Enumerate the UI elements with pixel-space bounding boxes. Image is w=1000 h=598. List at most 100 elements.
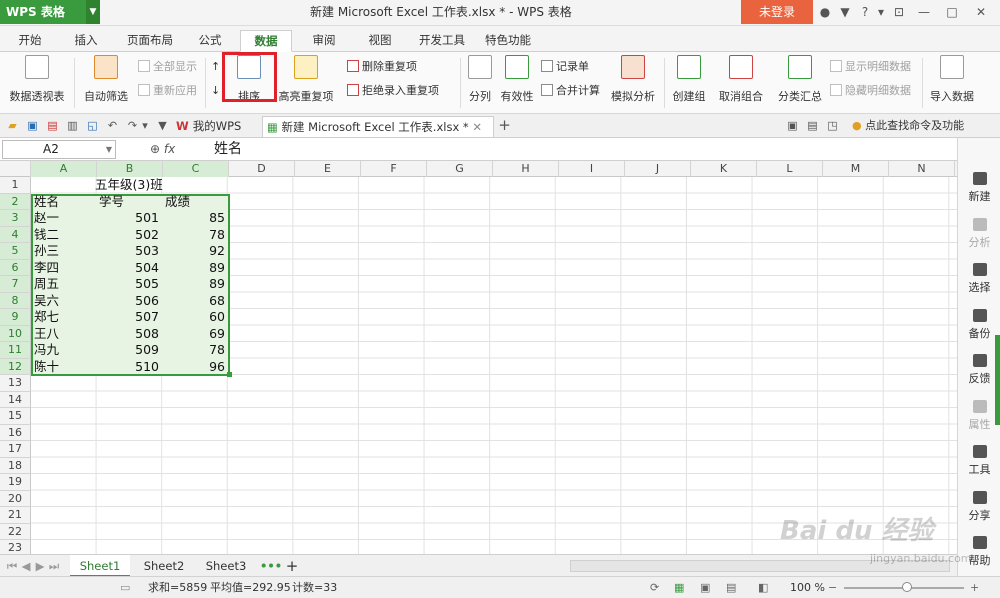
print-icon[interactable]: ▥ (66, 119, 79, 132)
cell-score[interactable]: 89 (163, 260, 227, 277)
cell-score[interactable]: 96 (163, 359, 227, 376)
new-tab-plus-icon[interactable]: + (498, 118, 511, 133)
tab-insert[interactable]: 插入 (64, 30, 108, 52)
tab-developer[interactable]: 开发工具 (412, 30, 472, 52)
ungroup-button[interactable]: 取消组合 (712, 55, 770, 107)
row-header[interactable]: 5 (0, 243, 31, 260)
fill-handle[interactable] (227, 372, 232, 377)
column-header-k[interactable]: K (691, 161, 757, 177)
column-header-i[interactable]: I (559, 161, 625, 177)
command-search-hint[interactable]: ● 点此查找命令及功能 (852, 118, 964, 134)
cell-score[interactable]: 78 (163, 227, 227, 244)
header-cell-id[interactable]: 学号 (99, 194, 124, 211)
cell-score[interactable]: 78 (163, 342, 227, 359)
consolidate-button[interactable]: 合并计算 (541, 83, 600, 99)
cell-id[interactable]: 504 (97, 260, 161, 277)
remove-duplicates-button[interactable]: 删除重复项 (347, 59, 417, 75)
save-icon[interactable]: ▣ (26, 119, 39, 132)
cell-id[interactable]: 501 (97, 210, 161, 227)
column-header-c[interactable]: C (163, 161, 229, 177)
row-header[interactable]: 19 (0, 474, 31, 491)
open-folder-icon[interactable]: ▰ (6, 119, 19, 132)
column-header-f[interactable]: F (361, 161, 427, 177)
column-header-n[interactable]: N (889, 161, 955, 177)
pivot-table-button[interactable]: 数据透视表 (6, 55, 68, 107)
cell-score[interactable]: 92 (163, 243, 227, 260)
prev-sheet-icon[interactable]: ◀ (20, 555, 32, 577)
what-if-analysis-button[interactable]: 模拟分析 (608, 55, 658, 107)
tab-special[interactable]: 特色功能 (478, 30, 538, 52)
cell-name[interactable]: 郑七 (34, 309, 59, 326)
redo-icon[interactable]: ↷ (126, 119, 139, 132)
row-header[interactable]: 20 (0, 490, 31, 507)
cell-name[interactable]: 陈十 (34, 359, 59, 376)
name-box-dropdown-icon[interactable]: ▼ (106, 141, 112, 158)
quick-access-dropdown-icon[interactable]: ▾ (140, 119, 150, 132)
arrange-icon[interactable]: ◳ (826, 119, 839, 132)
table-title-cell[interactable]: 五年级(3)班 (95, 177, 163, 194)
cell-name[interactable]: 钱二 (34, 227, 59, 244)
row-header[interactable]: 9 (0, 309, 31, 326)
side-panel-item[interactable]: 工具 (958, 445, 1000, 477)
import-data-button[interactable]: 导入数据 (926, 55, 978, 107)
cell-id[interactable]: 509 (97, 342, 161, 359)
row-header[interactable]: 16 (0, 424, 31, 441)
column-header-a[interactable]: A (31, 161, 97, 177)
reading-mode-icon[interactable]: ◧ (758, 580, 768, 596)
zoom-in-icon[interactable]: + (970, 580, 979, 596)
row-header[interactable]: 17 (0, 441, 31, 458)
spreadsheet-grid[interactable]: ABCDEFGHIJKLMN 1 2 3 4 5 6 7 8 9 10 11 12 13 14 15 16 17… (0, 161, 957, 554)
header-cell-name[interactable]: 姓名 (34, 194, 59, 211)
panel-collapse-handle[interactable] (995, 335, 1000, 425)
login-button[interactable]: 未登录 (741, 0, 813, 24)
tab-review[interactable]: 审阅 (302, 30, 346, 52)
maximize-window-icon[interactable]: □ (940, 0, 964, 24)
reapply-button[interactable]: 重新应用 (138, 83, 197, 99)
formula-input[interactable]: 姓名 (206, 138, 242, 161)
tab-document[interactable]: ▦ 新建 Microsoft Excel 工作表.xlsx * ✕ (262, 116, 494, 137)
close-tab-icon[interactable]: ✕ (472, 120, 482, 134)
split-column-button[interactable]: 分列 (464, 55, 496, 107)
reject-duplicates-button[interactable]: 拒绝录入重复项 (347, 83, 439, 99)
highlight-duplicates-button[interactable]: 高亮重复项 (276, 55, 336, 107)
subtotal-button[interactable]: 分类汇总 (774, 55, 826, 107)
options-dropdown-icon[interactable]: ▾ (876, 0, 886, 24)
hide-detail-button[interactable]: 隐藏明细数据 (830, 83, 911, 99)
cell-name[interactable]: 吴六 (34, 293, 59, 310)
column-header-l[interactable]: L (757, 161, 823, 177)
cell-id[interactable]: 507 (97, 309, 161, 326)
row-header[interactable]: 2 (0, 193, 31, 210)
undo-icon[interactable]: ↶ (106, 119, 119, 132)
column-header-b[interactable]: B (97, 161, 163, 177)
restore-panel-icon[interactable]: ⊡ (890, 0, 908, 24)
row-header[interactable]: 15 (0, 408, 31, 425)
row-header[interactable]: 23 (0, 540, 31, 554)
row-header[interactable]: 13 (0, 375, 31, 392)
side-panel-item[interactable]: 新建 (958, 172, 1000, 204)
doc-mode-icon[interactable]: ▤ (806, 119, 819, 132)
validity-button[interactable]: 有效性 (498, 55, 536, 107)
cell-name[interactable]: 赵一 (34, 210, 59, 227)
side-panel-item[interactable]: 分享 (958, 490, 1000, 523)
zoom-out-icon[interactable]: − (828, 580, 837, 596)
last-sheet-icon[interactable]: ⏭ (48, 555, 60, 577)
side-panel-item[interactable]: 反馈 (958, 354, 1000, 386)
zoom-level[interactable]: 100 % (790, 580, 825, 596)
cell-score[interactable]: 89 (163, 276, 227, 293)
row-header[interactable]: 4 (0, 226, 31, 243)
wps-app-menu-button[interactable]: WPS 表格 ▼ (0, 0, 100, 24)
zoom-magnifier-icon[interactable]: ⊕ (150, 142, 164, 156)
side-panel-item[interactable]: 分析 (958, 217, 1000, 250)
cell-score[interactable]: 69 (163, 326, 227, 343)
column-header-d[interactable]: D (229, 161, 295, 177)
row-header[interactable]: 3 (0, 210, 31, 227)
column-header-j[interactable]: J (625, 161, 691, 177)
cell-id[interactable]: 506 (97, 293, 161, 310)
column-header-m[interactable]: M (823, 161, 889, 177)
tab-view[interactable]: 视图 (358, 30, 402, 52)
tab-data[interactable]: 数据 (240, 30, 292, 52)
tab-formula[interactable]: 公式 (190, 30, 230, 52)
sheet-tab-3[interactable]: Sheet3 (196, 555, 256, 577)
header-cell-score[interactable]: 成绩 (165, 194, 190, 211)
tab-my-wps[interactable]: W 我的WPS ✕ (172, 116, 254, 153)
